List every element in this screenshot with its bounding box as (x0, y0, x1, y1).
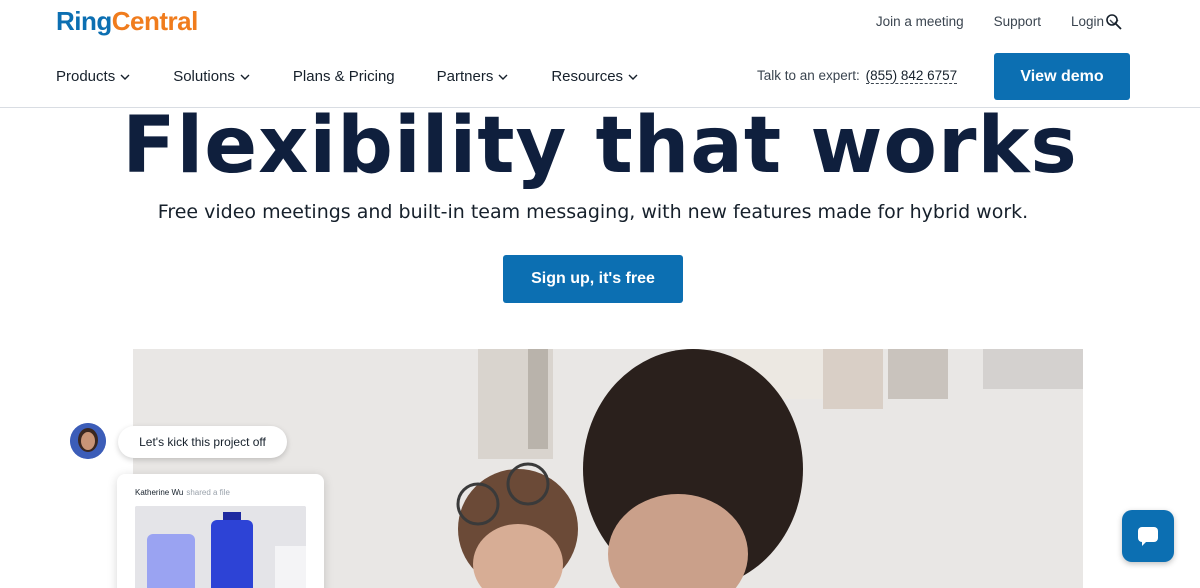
support-link[interactable]: Support (994, 14, 1041, 29)
hero-subtitle: Free video meetings and built-in team me… (157, 201, 1029, 223)
search-icon[interactable] (1104, 12, 1124, 32)
nav-plans-label: Plans & Pricing (292, 68, 395, 85)
expert-label: Talk to an expert: (757, 68, 860, 83)
chevron-down-icon (498, 74, 508, 80)
share-action: shared a file (186, 488, 230, 497)
suitcase-illustration (135, 506, 306, 588)
sharer-name: Katherine Wu (135, 488, 184, 497)
file-thumbnail[interactable] (135, 506, 306, 588)
logo-central-text: Central (111, 6, 199, 36)
chevron-down-icon (120, 74, 130, 80)
nav-products-label: Products (56, 68, 116, 85)
view-demo-button[interactable]: View demo (994, 53, 1130, 100)
nav-partners-label: Partners (436, 68, 494, 85)
avatar (70, 423, 106, 459)
nav-resources-label: Resources (551, 68, 624, 85)
nav-products[interactable]: Products (56, 68, 131, 85)
talk-to-expert: Talk to an expert: (855) 842 6757 (757, 68, 958, 84)
signup-button[interactable]: Sign up, it's free (503, 255, 683, 303)
avatar-illustration (70, 423, 106, 459)
hero-title: Flexibility that works (122, 101, 1078, 191)
nav-plans-pricing[interactable]: Plans & Pricing (293, 68, 395, 85)
expert-phone-link[interactable]: (855) 842 6757 (865, 68, 958, 84)
file-share-info: Katherine Wu shared a file (135, 488, 230, 497)
chat-message-bubble: Let's kick this project off (118, 426, 287, 458)
chevron-down-icon (628, 74, 638, 80)
nav-resources[interactable]: Resources (551, 68, 639, 85)
main-nav: Products Solutions Plans & Pricing Partn… (56, 68, 639, 85)
nav-partners[interactable]: Partners (437, 68, 510, 85)
nav-solutions[interactable]: Solutions (173, 68, 251, 85)
site-header: RingCentral Join a meeting Support Login… (0, 0, 1200, 108)
chat-icon (1138, 527, 1158, 546)
chevron-down-icon (240, 74, 250, 80)
shared-file-card: Katherine Wu shared a file (117, 474, 324, 588)
login-label: Login (1070, 14, 1104, 29)
nav-solutions-label: Solutions (173, 68, 235, 85)
chat-widget-button[interactable] (1122, 510, 1174, 562)
join-meeting-link[interactable]: Join a meeting (876, 14, 964, 29)
utility-nav: Join a meeting Support Login (876, 14, 1120, 29)
logo-ring-text: Ring (56, 6, 112, 36)
ringcentral-logo[interactable]: RingCentral (56, 6, 198, 37)
